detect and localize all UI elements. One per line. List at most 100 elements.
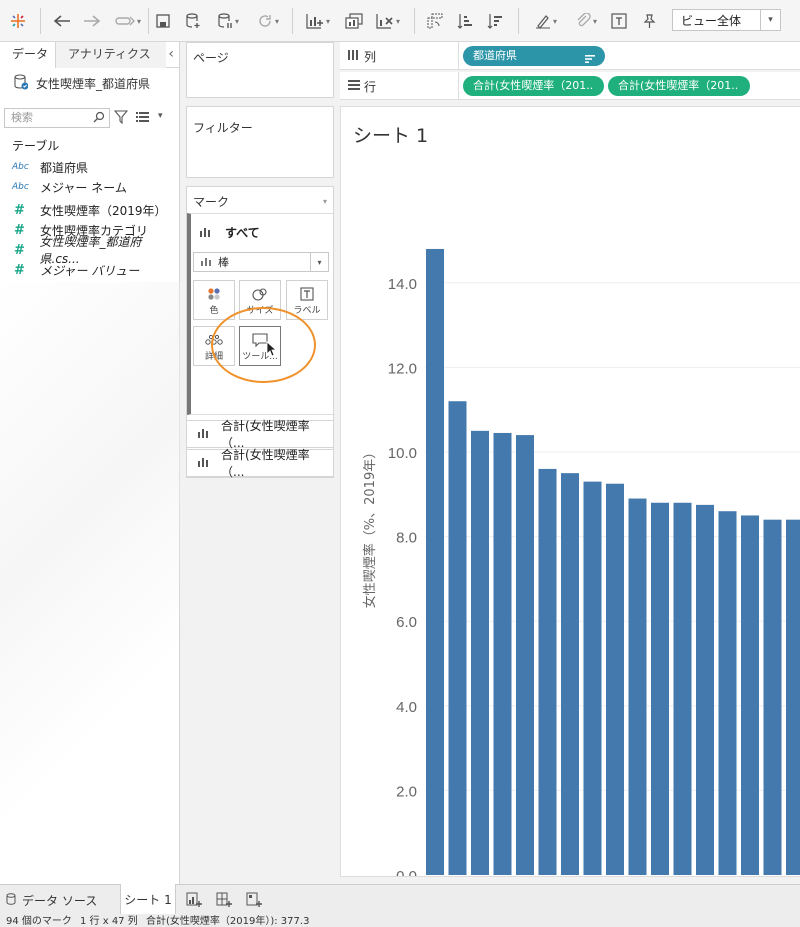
measure-row-label: 合計(女性喫煙率（... — [221, 448, 310, 479]
bar — [426, 248, 444, 875]
new-worksheet-icon[interactable]: ▾ — [300, 8, 336, 34]
replay-icon[interactable]: ▾ — [110, 8, 146, 34]
chevron-down-icon: ▾ — [310, 253, 328, 271]
datasource-item[interactable]: 女性喫煙率_都道府県 — [14, 72, 150, 94]
tab-sheet-1[interactable]: シート 1 — [120, 884, 176, 915]
tables-header: テーブル — [12, 139, 60, 153]
tableau-logo-icon[interactable] — [6, 8, 30, 34]
status-mark-count: 94 個のマーク — [6, 916, 72, 927]
string-type-icon: Abc — [12, 162, 29, 172]
search-icon — [93, 111, 105, 129]
y-tick-label: 2.0 — [396, 783, 417, 800]
tab-datasource[interactable]: データ ソース — [6, 885, 97, 915]
tooltip-button[interactable]: ツール... — [239, 326, 281, 366]
status-bar: 94 個のマーク 1 行 x 47 列 合計(女性喫煙率（2019年）): 37… — [0, 914, 800, 927]
tab-analytics[interactable]: アナリティクス — [56, 42, 166, 68]
field-measure-names[interactable]: Abc メジャー ネーム — [12, 177, 127, 197]
field-measure-values[interactable]: # メジャー バリュー — [12, 260, 139, 280]
columns-pill-prefecture[interactable]: 都道府県 — [463, 46, 605, 66]
filters-card[interactable]: フィルター — [186, 106, 334, 178]
color-button[interactable]: 色 — [193, 280, 235, 320]
size-button[interactable]: サイズ — [239, 280, 281, 320]
show-mark-labels-icon[interactable] — [608, 8, 630, 34]
shelves-column: ページ フィルター マーク ▾ すべて 棒 ▾ 色 サイズ ラベル 詳細 ツール… — [180, 42, 340, 884]
pin-icon[interactable] — [638, 8, 660, 34]
duplicate-sheet-icon[interactable] — [342, 8, 366, 34]
clear-sheet-icon[interactable]: ▾ — [370, 8, 406, 34]
new-dashboard-icon[interactable] — [216, 892, 232, 911]
rows-pill-2[interactable]: 合計(女性喫煙率（201.. — [608, 76, 750, 96]
bar-chart-icon — [197, 456, 211, 470]
highlight-icon[interactable]: ▾ — [528, 8, 564, 34]
field-record-count[interactable]: # 女性喫煙率_都道府県.cs... — [12, 235, 179, 266]
sort-descending-icon[interactable] — [484, 8, 506, 34]
y-tick-label: 0.0 — [396, 868, 417, 877]
database-check-icon — [14, 73, 29, 93]
new-worksheet-icon[interactable] — [186, 892, 202, 911]
field-prefecture[interactable]: Abc 都道府県 — [12, 157, 88, 177]
number-type-icon: # — [14, 222, 25, 238]
view-list-icon[interactable] — [136, 111, 150, 126]
pause-updates-icon[interactable]: ▾ — [210, 8, 246, 34]
detail-button[interactable]: 詳細 — [193, 326, 235, 366]
y-axis-title: 女性喫煙率（%、2019年） — [362, 446, 378, 608]
chevron-down-icon[interactable]: ▾ — [323, 197, 327, 206]
sort-ascending-icon[interactable] — [454, 8, 476, 34]
bar — [786, 519, 800, 875]
bar — [718, 511, 737, 875]
field-label: 都道府県 — [40, 160, 89, 175]
rows-icon — [348, 79, 364, 93]
swap-rows-columns-icon[interactable] — [424, 8, 446, 34]
bar-chart-icon — [199, 226, 213, 240]
y-tick-label: 6.0 — [396, 614, 417, 631]
fit-view-label: ビュー全体 — [681, 13, 742, 28]
rows-pill-1[interactable]: 合計(女性喫煙率（201.. — [463, 76, 604, 96]
pane-tabs: データ アナリティクス ‹ — [0, 42, 180, 68]
number-type-icon: # — [14, 262, 25, 278]
pages-card[interactable]: ページ — [186, 42, 334, 98]
columns-shelf[interactable]: 列 都道府県 — [340, 42, 800, 70]
bar — [763, 519, 782, 875]
marks-measure-row-2[interactable]: 合計(女性喫煙率（... — [186, 448, 334, 479]
mark-type-select[interactable]: 棒 ▾ — [193, 252, 329, 272]
rows-shelf[interactable]: 行 合計(女性喫煙率（201.. 合計(女性喫煙率（201.. — [340, 72, 800, 100]
undo-icon[interactable] — [50, 8, 74, 34]
chevron-down-icon[interactable]: ▾ — [158, 111, 163, 121]
field-search-input[interactable]: 検索 — [4, 108, 110, 128]
search-placeholder: 検索 — [11, 111, 33, 124]
bar — [538, 468, 557, 875]
field-smoking-rate[interactable]: # 女性喫煙率（2019年） — [12, 200, 167, 220]
bar — [651, 502, 669, 875]
rows-shelf-label: 行 — [348, 72, 376, 100]
bar — [696, 504, 714, 875]
group-members-icon[interactable]: ▾ — [568, 8, 604, 34]
fit-view-select[interactable]: ビュー全体 ▾ — [672, 9, 781, 31]
filter-icon[interactable] — [113, 110, 129, 127]
collapse-pane-icon[interactable]: ‹ — [168, 46, 174, 62]
bar-chart-icon — [200, 256, 212, 269]
redo-icon[interactable] — [80, 8, 104, 34]
new-story-icon[interactable] — [246, 892, 262, 911]
data-pane: データ アナリティクス ‹ 女性喫煙率_都道府県 検索 ▾ テーブル Abc 都… — [0, 42, 180, 884]
new-datasource-icon[interactable] — [182, 8, 204, 34]
color-label: 色 — [209, 305, 219, 316]
marks-all-header[interactable]: すべて — [199, 224, 260, 241]
y-tick-label: 4.0 — [396, 699, 417, 716]
status-sum: 合計(女性喫煙率（2019年）): 377.3 — [146, 916, 310, 927]
marks-measure-row-1[interactable]: 合計(女性喫煙率（... — [186, 419, 334, 450]
bar — [516, 435, 534, 875]
label-label: ラベル — [293, 305, 321, 316]
string-type-icon: Abc — [12, 182, 29, 192]
save-icon[interactable] — [152, 8, 174, 34]
tab-data[interactable]: データ — [0, 42, 56, 68]
mark-type-label: 棒 — [218, 256, 229, 269]
detail-dots-icon — [205, 331, 223, 349]
y-tick-label: 10.0 — [388, 445, 417, 462]
columns-icon — [348, 49, 364, 63]
color-dots-icon — [207, 285, 221, 303]
label-button[interactable]: ラベル — [286, 280, 328, 320]
refresh-icon[interactable]: ▾ — [250, 8, 286, 34]
bar — [741, 515, 759, 875]
y-tick-label: 12.0 — [388, 360, 417, 377]
field-label: メジャー ネーム — [40, 180, 127, 195]
